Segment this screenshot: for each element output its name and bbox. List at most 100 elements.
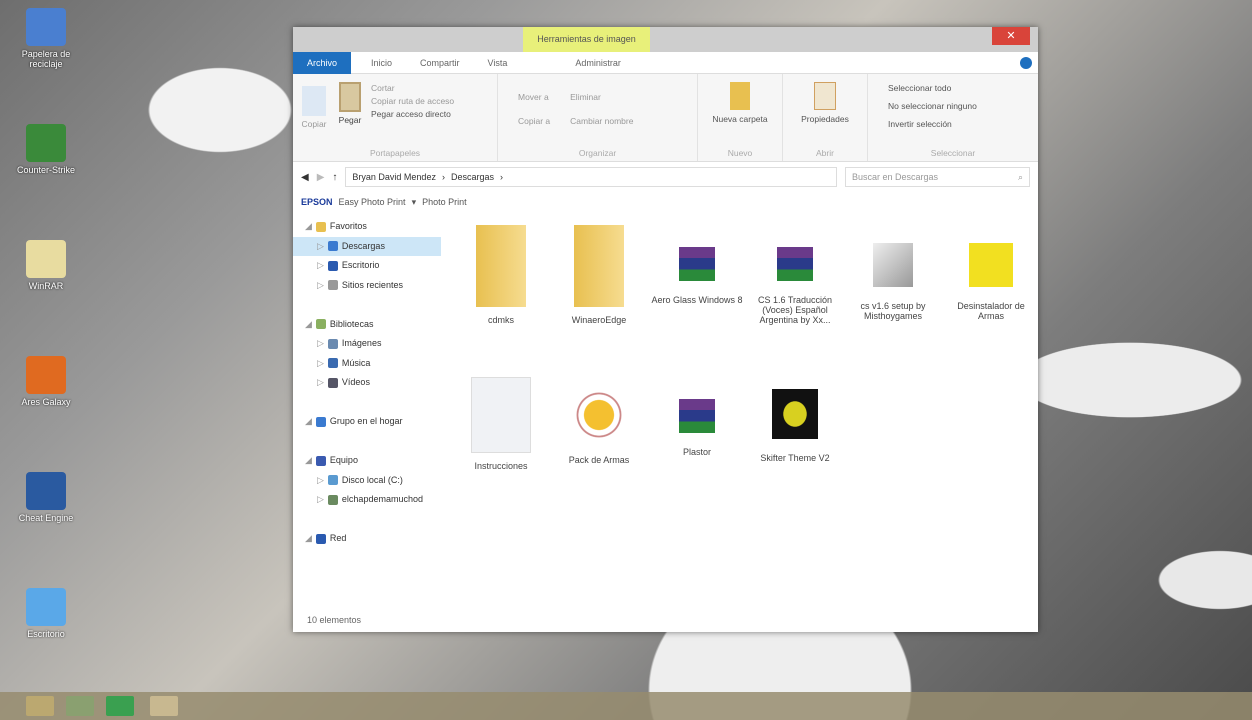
up-button[interactable]: ↑ [332, 172, 337, 183]
file-item[interactable]: CS 1.6 Traducción (Voces) Español Argent… [749, 225, 841, 325]
nav-item[interactable]: ▷ Vídeos [293, 373, 441, 393]
file-item[interactable]: Pack de Armas [553, 377, 645, 465]
rar-icon [679, 247, 715, 281]
nav-item[interactable]: ◢ Grupo en el hogar [293, 412, 441, 432]
nav-label: Música [341, 357, 371, 368]
file-item[interactable]: WinaeroEdge [553, 225, 645, 325]
crumb[interactable]: Descargas [451, 172, 494, 182]
nav-item[interactable]: ◢ Bibliotecas [293, 315, 441, 335]
nav-item[interactable]: ▷ elchapdemamuchod [293, 490, 441, 510]
select-all-button[interactable]: Seleccionar todo [888, 83, 1032, 93]
yellow-icon [969, 243, 1013, 287]
photo-print-button[interactable]: Photo Print [422, 197, 467, 207]
desktop-icon[interactable]: Counter-Strike [8, 124, 84, 175]
tab-archivo[interactable]: Archivo [293, 51, 352, 74]
taskbar [0, 692, 1252, 720]
explorer-taskbar-button[interactable] [26, 696, 54, 716]
easy-photo-print-button[interactable]: Easy Photo Print [339, 197, 406, 207]
nav-icon [315, 416, 326, 427]
tab-vista[interactable]: Vista [474, 52, 522, 74]
nav-item[interactable]: ◢ Red [293, 529, 441, 549]
file-label: Plastor [682, 447, 711, 457]
nav-label: elchapdemamuchod [341, 494, 423, 504]
nav-label: Sitios recientes [341, 279, 403, 290]
file-label: WinaeroEdge [571, 315, 627, 325]
nav-label: Red [329, 533, 347, 543]
app-taskbar-button[interactable] [66, 696, 94, 716]
paste-button[interactable]: Pegar [335, 80, 365, 155]
tab-administrar[interactable]: Administrar [561, 52, 635, 74]
cut-button[interactable]: Cortar [371, 83, 454, 93]
paste-label: Pegar [338, 115, 362, 125]
back-button[interactable]: ◀ [301, 172, 309, 183]
file-item[interactable]: Instrucciones [455, 377, 547, 471]
file-item[interactable]: cdmks [455, 225, 547, 325]
file-item[interactable]: Plastor [651, 377, 743, 457]
nav-icon [327, 241, 338, 252]
properties-button[interactable]: Propiedades [789, 82, 861, 124]
epson-logo: EPSON [301, 197, 333, 207]
forward-button[interactable]: ▶ [317, 172, 325, 183]
tab-compartir[interactable]: Compartir [406, 52, 474, 74]
doc-icon [471, 377, 531, 453]
nav-item[interactable]: ▷ Imágenes [293, 334, 441, 354]
folder-icon [476, 225, 526, 307]
group-label: Abrir [816, 148, 834, 158]
desktop-icon[interactable]: Papelera de reciclaje [8, 8, 84, 69]
nav-icon [327, 358, 338, 369]
delete-button[interactable]: Eliminar [570, 92, 633, 102]
desktop-icon[interactable]: Cheat Engine [8, 472, 84, 523]
nav-item[interactable]: ▷ Disco local (C:) [293, 471, 441, 491]
nav-item[interactable]: ▷ Música [293, 354, 441, 374]
desktop-icon-label: Ares Galaxy [21, 397, 71, 407]
nav-icon [327, 338, 338, 349]
rar-icon [679, 399, 715, 433]
new-folder-button[interactable]: Nueva carpeta [704, 82, 776, 124]
app-taskbar-button[interactable] [150, 696, 178, 716]
app-taskbar-button[interactable] [106, 696, 134, 716]
app-icon [26, 124, 66, 162]
close-button[interactable]: ✕ [992, 27, 1030, 45]
move-to-button[interactable]: Mover a [518, 92, 550, 102]
app-icon [26, 588, 66, 626]
paste-shortcut-button[interactable]: Pegar acceso directo [371, 109, 454, 119]
desktop-icon[interactable]: Escritorio [8, 588, 84, 639]
search-input[interactable]: Buscar en Descargas ⌕ [845, 167, 1030, 187]
copy-label: Copiar [301, 119, 327, 129]
nav-icon [315, 319, 326, 330]
file-item[interactable]: Aero Glass Windows 8 [651, 225, 743, 305]
nav-item[interactable]: ◢ Favoritos [293, 217, 441, 237]
file-label: cs v1.6 setup by Misthoygames [860, 301, 926, 321]
nav-label: Vídeos [341, 377, 370, 387]
folder-icon [730, 82, 750, 110]
file-label: Aero Glass Windows 8 [651, 295, 743, 305]
file-label: CS 1.6 Traducción (Voces) Español Argent… [757, 295, 833, 325]
copy-button[interactable]: Copiar [299, 80, 329, 155]
file-item[interactable]: Skifter Theme V2 [749, 377, 841, 463]
address-bar[interactable]: Bryan David Mendez › Descargas › [345, 167, 837, 187]
invert-selection-button[interactable]: Invertir selección [888, 119, 1032, 129]
nav-item[interactable]: ▷ Descargas [293, 236, 441, 256]
file-item[interactable]: Desinstalador de Armas [945, 225, 1037, 321]
tab-inicio[interactable]: Inicio [357, 52, 406, 74]
nav-label: Favoritos [329, 221, 367, 231]
group-label: Portapapeles [369, 148, 421, 158]
file-item[interactable]: cs v1.6 setup by Misthoygames [847, 225, 939, 321]
desktop-icon[interactable]: WinRAR [8, 240, 84, 291]
rename-button[interactable]: Cambiar nombre [570, 116, 633, 126]
search-placeholder: Buscar en Descargas [852, 172, 939, 182]
nav-icon [315, 533, 326, 544]
group-seleccionar: Seleccionar todo No seleccionar ninguno … [868, 74, 1038, 161]
copy-path-button[interactable]: Copiar ruta de acceso [371, 96, 454, 106]
nav-item[interactable]: ▷ Sitios recientes [293, 276, 441, 296]
nav-item[interactable]: ◢ Equipo [293, 451, 441, 471]
select-none-button[interactable]: No seleccionar ninguno [888, 101, 1032, 111]
context-tab-image-tools[interactable]: Herramientas de imagen [523, 27, 650, 52]
copy-to-button[interactable]: Copiar a [518, 116, 550, 126]
crumb[interactable]: Bryan David Mendez [352, 172, 436, 182]
desktop-icon[interactable]: Ares Galaxy [8, 356, 84, 407]
help-icon[interactable] [1020, 57, 1032, 69]
nav-item[interactable]: ▷ Escritorio [293, 256, 441, 276]
file-label: Skifter Theme V2 [760, 453, 830, 463]
